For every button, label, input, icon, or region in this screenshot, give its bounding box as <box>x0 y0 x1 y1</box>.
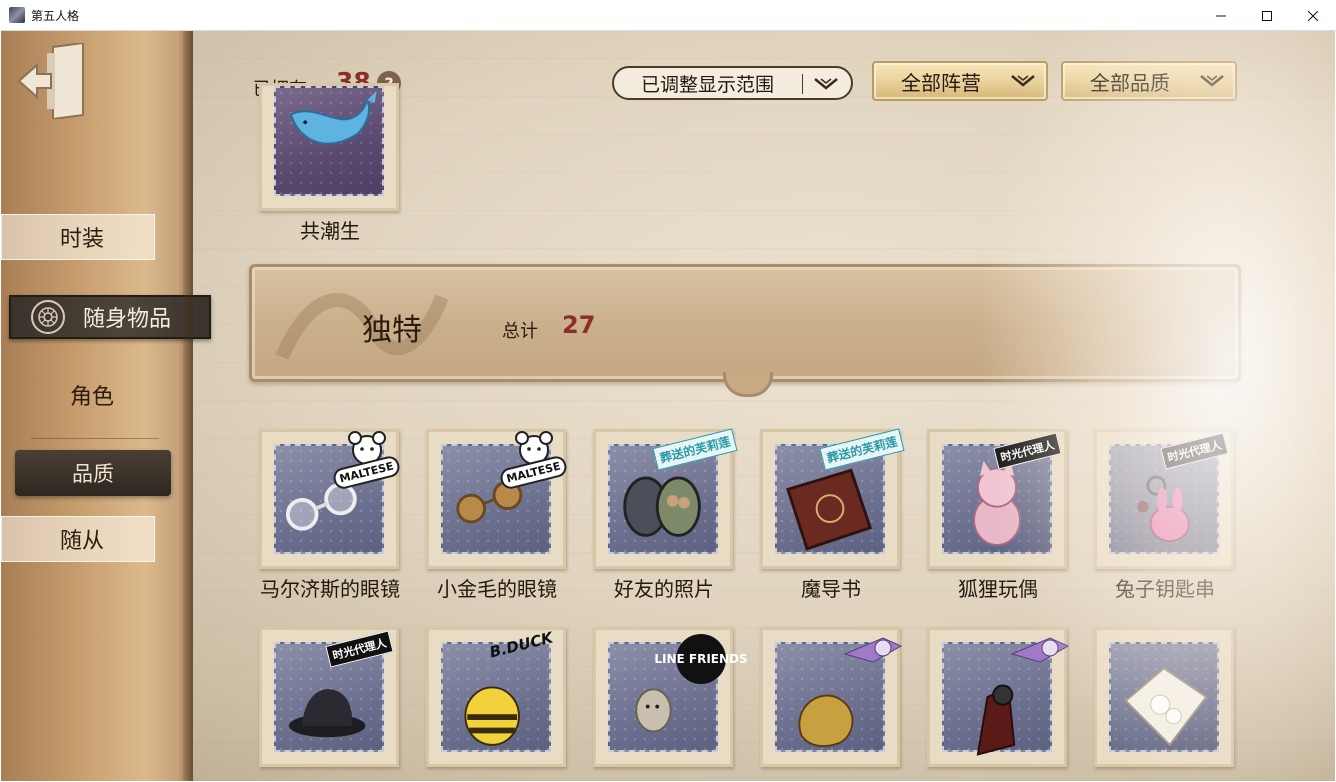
item-tile[interactable]: 时光代理人 <box>927 429 1067 569</box>
item-card[interactable]: 葬送的芙莉莲 魔导书 <box>756 428 906 602</box>
sidebar: 时装 随身物品 角色 品质 随从 <box>1 31 211 781</box>
item-card[interactable]: 时光代理人 <box>255 627 405 767</box>
item-card[interactable]: B.DUCK <box>422 627 572 767</box>
app-icon <box>9 7 25 23</box>
ribbon-icon <box>843 637 903 663</box>
item-card[interactable]: MALTESE 小金毛的眼镜 <box>422 429 572 602</box>
item-card[interactable]: MALTESE 马尔济斯的眼镜 <box>255 429 405 602</box>
item-name: 共潮生 <box>300 219 360 243</box>
range-filter-dropdown[interactable]: 已调整显示范围 <box>612 66 853 100</box>
item-tile[interactable]: B.DUCK <box>426 627 566 767</box>
sidebar-item-label: 随身物品 <box>83 307 172 332</box>
chevron-down-icon <box>1200 75 1224 87</box>
item-tile[interactable] <box>259 83 399 211</box>
range-filter-label: 已调整显示范围 <box>641 73 775 96</box>
item-card[interactable]: LINE FRIENDS <box>589 627 748 767</box>
section-total-label: 总计 <box>502 321 538 342</box>
item-tile[interactable] <box>760 627 903 767</box>
sidebar-item-accessories[interactable]: 随身物品 <box>9 295 211 339</box>
camp-filter-label: 全部阵营 <box>901 70 981 95</box>
close-icon <box>1308 10 1318 21</box>
sidebar-item-character[interactable]: 角色 <box>70 379 114 411</box>
item-card[interactable]: 共潮生 <box>255 83 405 244</box>
exit-door-icon <box>17 41 84 121</box>
sidebar-item-label: 时装 <box>60 227 105 252</box>
item-tile[interactable] <box>927 627 1070 767</box>
window-title: 第五人格 <box>31 8 80 23</box>
item-card[interactable] <box>923 627 1073 767</box>
minimize-icon <box>1216 15 1226 16</box>
chevron-down-icon <box>814 78 838 90</box>
close-button[interactable] <box>1290 0 1336 31</box>
whale-icon <box>289 90 377 145</box>
sidebar-item-follower[interactable]: 随从 <box>1 516 155 562</box>
section-title: 独特 <box>362 313 422 348</box>
item-tile[interactable]: LINE FRIENDS <box>593 627 748 767</box>
sidebar-item-quality[interactable]: 品质 <box>15 450 171 496</box>
game-viewport: 时装 随身物品 角色 品质 随从 已拥有 38 ? 已调整显示范围 <box>1 31 1335 781</box>
camp-filter-dropdown[interactable]: 全部阵营 <box>872 61 1048 101</box>
sidebar-item-fashion[interactable]: 时装 <box>1 214 155 260</box>
section-total-count: 27 <box>562 311 596 339</box>
sidebar-item-label: 品质 <box>72 462 114 486</box>
sidebar-item-label: 随从 <box>60 529 105 554</box>
item-card[interactable] <box>1090 627 1240 767</box>
maximize-icon <box>1262 10 1272 21</box>
ribbon-icon <box>1010 637 1070 663</box>
badge-icon <box>31 300 65 334</box>
quality-filter-dropdown[interactable]: 全部品质 <box>1061 61 1237 101</box>
section-banner: 独特 总计 27 <box>249 264 1241 397</box>
item-tile[interactable]: MALTESE <box>426 429 569 569</box>
item-tile[interactable]: 葬送的芙莉莲 <box>593 428 738 569</box>
item-tile[interactable]: 葬送的芙莉莲 <box>760 428 905 569</box>
item-name: 马尔济斯的眼镜 <box>260 577 400 601</box>
chevron-down-icon <box>1011 75 1035 87</box>
item-card[interactable] <box>756 627 906 767</box>
maximize-button[interactable] <box>1244 0 1290 31</box>
minimize-button[interactable] <box>1198 0 1244 31</box>
item-tile[interactable]: 时光代理人 <box>1094 429 1234 569</box>
sidebar-divider <box>31 438 159 439</box>
back-button[interactable] <box>17 41 87 121</box>
item-tile[interactable]: 时光代理人 <box>259 627 399 767</box>
item-card[interactable]: 葬送的芙莉莲 好友的照片 <box>589 428 739 602</box>
window-titlebar: 第五人格 <box>0 0 1336 31</box>
dropdown-separator <box>802 74 803 94</box>
item-name: 好友的照片 <box>614 577 714 601</box>
item-tile[interactable]: MALTESE <box>259 429 402 569</box>
flower-envelope-icon <box>1124 667 1208 747</box>
item-name: 小金毛的眼镜 <box>437 577 557 601</box>
item-card[interactable]: 时光代理人 兔子钥匙串 <box>1090 429 1240 602</box>
quality-filter-label: 全部品质 <box>1090 70 1170 95</box>
item-name: 狐狸玩偶 <box>958 577 1038 601</box>
item-name: 魔导书 <box>801 577 861 601</box>
window-controls <box>1198 0 1336 31</box>
collab-tag: LINE FRIENDS <box>654 634 748 684</box>
item-tile[interactable] <box>1094 627 1234 767</box>
item-name: 兔子钥匙串 <box>1115 577 1215 601</box>
item-card[interactable]: 时光代理人 狐狸玩偶 <box>923 429 1073 602</box>
